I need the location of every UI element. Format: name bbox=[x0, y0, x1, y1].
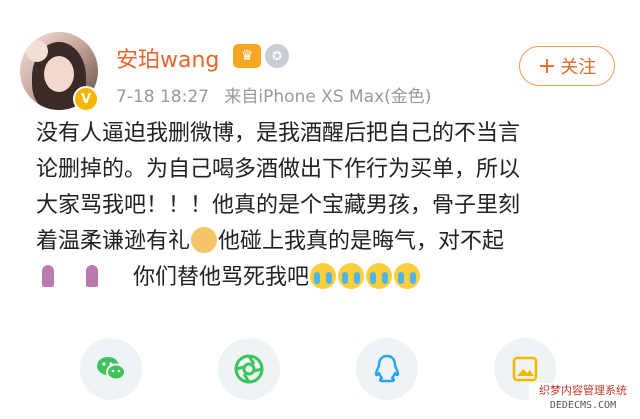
pray-emoji-icon bbox=[81, 263, 103, 289]
post-meta: 7-18 18:27 来自iPhone XS Max(金色) bbox=[116, 82, 431, 107]
share-wechat-button[interactable] bbox=[80, 338, 142, 400]
post-timestamp: 7-18 18:27 bbox=[116, 87, 209, 107]
author-name[interactable]: 安珀wang bbox=[116, 42, 219, 74]
moments-icon bbox=[234, 354, 264, 384]
qq-icon bbox=[374, 354, 400, 383]
wechat-icon bbox=[97, 357, 126, 381]
post-source: 来自iPhone XS Max(金色) bbox=[224, 87, 432, 107]
post-text-fragment: 着温柔谦逊有礼 bbox=[36, 229, 191, 254]
follow-label: 关注 bbox=[560, 57, 597, 78]
crying-emoji-icon bbox=[310, 263, 337, 289]
crying-emoji-icon bbox=[394, 263, 421, 289]
qzone-icon bbox=[512, 356, 538, 382]
medal-badge-icon[interactable]: ✪ bbox=[265, 44, 289, 68]
share-qq-button[interactable] bbox=[356, 338, 418, 400]
follow-button[interactable]: + 关注 bbox=[519, 46, 615, 86]
post-text-line: 大家骂我吧！！！他真的是个宝藏男孩，骨子里刻 bbox=[36, 193, 521, 218]
post-text-fragment: 你们替他骂死我吧 bbox=[133, 265, 310, 290]
post-text-line: 着温柔谦逊有礼 他碰上我真的是晦气，对不起 bbox=[36, 224, 626, 260]
share-moments-button[interactable] bbox=[218, 338, 280, 400]
post-text-line: 论删掉的。为自己喝多酒做出下作行为买单，所以 bbox=[36, 157, 521, 182]
post-text-fragment: 他碰上我真的是晦气，对不起 bbox=[218, 229, 505, 254]
pray-emoji-icon bbox=[37, 263, 59, 289]
verified-badge-icon: V bbox=[73, 86, 99, 112]
watermark-url: DEDECMS.COM bbox=[549, 400, 617, 411]
crying-emoji-icon bbox=[338, 263, 365, 289]
post-text-line: 你们替他骂死我吧 bbox=[36, 260, 626, 296]
post-content: 没有人逼迫我删微博，是我酒醒后把自己的不当言 论删掉的。为自己喝多酒做出下作行为… bbox=[36, 116, 626, 296]
watermark-title: 织梦内容管理系统 bbox=[539, 384, 627, 397]
crying-emoji-icon bbox=[366, 263, 393, 289]
plus-icon: + bbox=[537, 53, 557, 79]
boy-emoji-icon bbox=[191, 227, 218, 253]
post-text-line: 没有人逼迫我删微博，是我酒醒后把自己的不当言 bbox=[36, 121, 521, 146]
crown-badge-icon[interactable]: ♛ bbox=[233, 44, 261, 68]
watermark: 织梦内容管理系统 DEDECMS.COM bbox=[529, 383, 637, 417]
